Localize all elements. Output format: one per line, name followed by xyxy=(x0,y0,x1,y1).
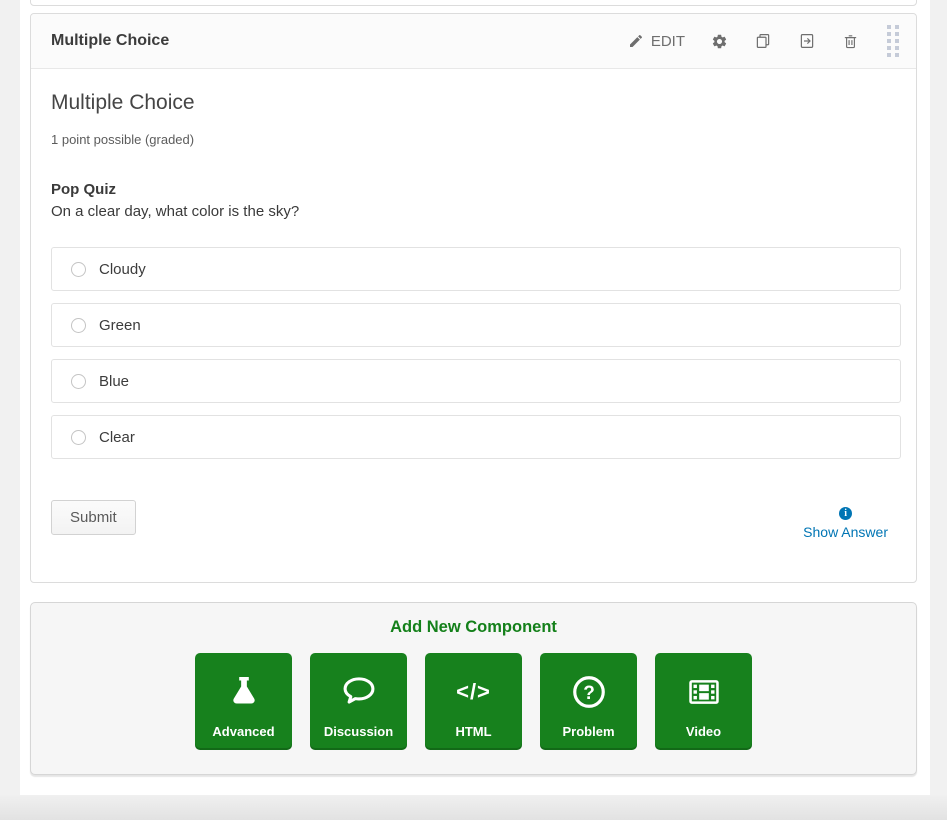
drag-handle[interactable] xyxy=(884,21,902,61)
choice-label: Blue xyxy=(99,373,129,390)
add-new-component-panel: Add New Component Advanced Discussion </… xyxy=(30,602,917,775)
radio-button[interactable] xyxy=(71,374,86,389)
add-button-label: HTML xyxy=(425,724,522,739)
add-button-label: Video xyxy=(655,724,752,739)
code-icon: </> xyxy=(425,669,522,715)
info-circle-icon[interactable]: i xyxy=(839,507,852,520)
add-problem-button[interactable]: ? Problem xyxy=(540,653,637,750)
add-button-label: Discussion xyxy=(310,724,407,739)
page-bottom-background xyxy=(0,795,947,820)
add-html-button[interactable]: </> HTML xyxy=(425,653,522,750)
radio-button[interactable] xyxy=(71,262,86,277)
add-button-label: Advanced xyxy=(195,724,292,739)
problem-preview: Multiple Choice 1 point possible (graded… xyxy=(31,69,916,540)
duplicate-icon xyxy=(754,32,772,50)
add-button-label: Problem xyxy=(540,724,637,739)
choice-option-clear[interactable]: Clear xyxy=(51,415,901,459)
duplicate-button[interactable] xyxy=(741,26,785,56)
choice-label: Clear xyxy=(99,429,135,446)
question-text: On a clear day, what color is the sky? xyxy=(51,203,896,220)
show-answer-control[interactable]: i Show Answer xyxy=(803,507,888,540)
film-icon xyxy=(655,669,752,715)
previous-component-edge xyxy=(30,0,917,6)
points-possible-text: 1 point possible (graded) xyxy=(51,132,896,147)
flask-icon xyxy=(195,669,292,715)
add-video-button[interactable]: Video xyxy=(655,653,752,750)
edit-button[interactable]: EDIT xyxy=(615,27,698,56)
pencil-icon xyxy=(628,33,644,49)
question-title: Pop Quiz xyxy=(51,181,896,198)
choice-list: Cloudy Green Blue Clear xyxy=(51,247,896,459)
choice-option-blue[interactable]: Blue xyxy=(51,359,901,403)
move-icon xyxy=(798,32,816,50)
radio-button[interactable] xyxy=(71,318,86,333)
add-new-component-title: Add New Component xyxy=(31,618,916,637)
component-header: Multiple Choice EDIT xyxy=(31,14,916,69)
svg-text:?: ? xyxy=(583,683,595,704)
move-button[interactable] xyxy=(785,26,829,56)
trash-icon xyxy=(842,33,859,50)
component-toolbar: EDIT xyxy=(615,21,906,61)
choice-label: Cloudy xyxy=(99,261,146,278)
choice-option-cloudy[interactable]: Cloudy xyxy=(51,247,901,291)
add-discussion-button[interactable]: Discussion xyxy=(310,653,407,750)
component-card: Multiple Choice EDIT xyxy=(30,13,917,583)
component-type-buttons: Advanced Discussion </> HTML ? Problem V… xyxy=(31,653,916,750)
gear-icon xyxy=(711,33,728,50)
edit-button-label: EDIT xyxy=(651,33,685,50)
choice-label: Green xyxy=(99,317,141,334)
settings-button[interactable] xyxy=(698,27,741,56)
radio-button[interactable] xyxy=(71,430,86,445)
submit-button[interactable]: Submit xyxy=(51,500,136,535)
question-circle-icon: ? xyxy=(540,669,637,715)
show-answer-link[interactable]: Show Answer xyxy=(803,524,888,540)
add-advanced-button[interactable]: Advanced xyxy=(195,653,292,750)
speech-bubble-icon xyxy=(310,669,407,715)
choice-option-green[interactable]: Green xyxy=(51,303,901,347)
component-title: Multiple Choice xyxy=(51,32,615,50)
delete-button[interactable] xyxy=(829,27,872,56)
problem-title: Multiple Choice xyxy=(51,91,896,115)
problem-actions: Submit i Show Answer xyxy=(51,500,896,540)
